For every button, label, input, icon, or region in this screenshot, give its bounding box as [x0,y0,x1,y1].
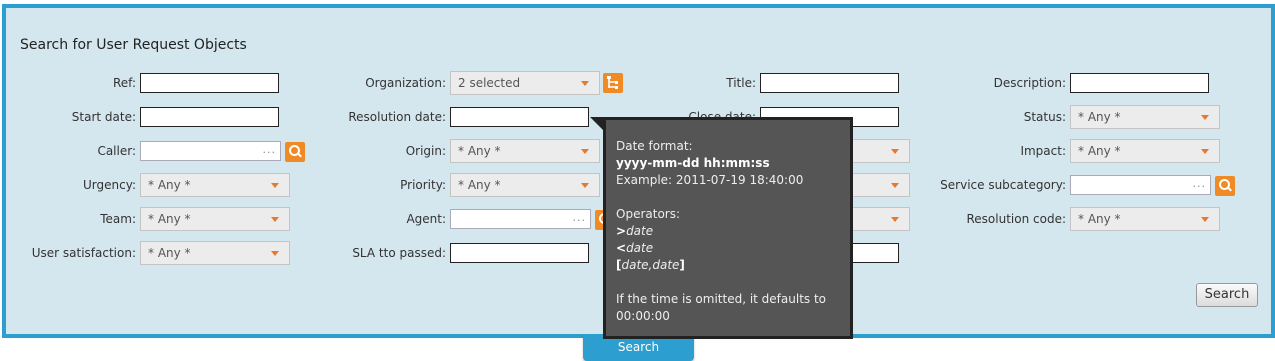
user-satisfaction-select[interactable]: * Any * [140,241,290,265]
autocomplete-dots: ... [572,211,586,224]
chevron-down-icon [271,183,279,188]
sla-tto-passed-input[interactable] [450,243,589,263]
origin-label: Origin: [405,144,446,158]
op-gt-symbol: > [616,224,627,238]
organization-select[interactable]: 2 selected [450,71,600,95]
urgency-label: Urgency: [83,178,136,192]
chevron-down-icon [1201,217,1209,222]
chevron-down-icon [271,251,279,256]
chevron-down-icon [581,81,589,86]
tooltip-op-gt: >date [616,223,840,240]
ref-input[interactable] [140,73,279,93]
agent-input[interactable]: ... [450,209,591,229]
user-satisfaction-value: * Any * [148,246,191,260]
chevron-down-icon [1201,115,1209,120]
tooltip-format: yyyy-mm-dd hh:mm:ss [616,156,770,170]
chevron-down-icon [581,149,589,154]
range-close: ] [679,258,685,272]
caller-input[interactable]: ... [140,141,281,161]
service-subcategory-input[interactable]: ... [1070,175,1211,195]
urgency-select[interactable]: * Any * [140,173,290,197]
tooltip-arrow [590,117,603,130]
op-lt-date: date [626,241,654,255]
service-subcategory-label: Service subcategory: [940,178,1066,192]
status-value: * Any * [1078,110,1121,124]
chevron-down-icon [271,217,279,222]
tooltip-op-lt: <date [616,240,840,257]
chevron-down-icon [891,217,899,222]
priority-select[interactable]: * Any * [450,173,600,197]
chevron-down-icon [1201,149,1209,154]
team-value: * Any * [148,212,191,226]
chevron-down-icon [891,183,899,188]
priority-label: Priority: [400,178,446,192]
impact-value: * Any * [1078,144,1121,158]
origin-select[interactable]: * Any * [450,139,600,163]
status-select[interactable]: * Any * [1070,105,1220,129]
tooltip-operators-heading: Operators: [616,207,681,221]
op-gt-date: date [626,224,654,238]
autocomplete-dots: ... [1192,177,1206,190]
resolution-code-select[interactable]: * Any * [1070,207,1220,231]
description-input[interactable] [1070,73,1209,93]
tooltip-note: If the time is omitted, it defaults to 0… [616,292,827,323]
tree-icon[interactable] [603,73,623,93]
organization-value: 2 selected [458,76,521,90]
team-label: Team: [100,212,136,226]
user-satisfaction-label: User satisfaction: [31,246,136,260]
search-button[interactable]: Search [1196,283,1258,307]
tooltip-heading: Date format: [616,139,693,153]
chevron-down-icon [891,149,899,154]
autocomplete-dots: ... [262,143,276,156]
impact-select[interactable]: * Any * [1070,139,1220,163]
chevron-down-icon [581,183,589,188]
tooltip-example: Example: 2011-07-19 18:40:00 [616,173,804,187]
status-label: Status: [1023,110,1066,124]
agent-label: Agent: [406,212,446,226]
date-format-tooltip: Date format: yyyy-mm-dd hh:mm:ss Example… [603,117,853,339]
organization-label: Organization: [365,76,446,90]
page-title: Search for User Request Objects [20,37,247,53]
team-select[interactable]: * Any * [140,207,290,231]
start-date-label: Start date: [71,110,136,124]
tooltip-op-range: [date,date] [616,257,840,274]
origin-value: * Any * [458,144,501,158]
title-label: Title: [726,76,756,90]
resolution-code-label: Resolution code: [966,212,1067,226]
description-label: Description: [993,76,1066,90]
search-icon[interactable] [1215,176,1235,196]
range-body: date,date [621,258,680,272]
search-icon[interactable] [285,142,305,162]
urgency-value: * Any * [148,178,191,192]
caller-label: Caller: [97,144,136,158]
op-lt-symbol: < [616,241,627,255]
title-input[interactable] [760,73,899,93]
priority-value: * Any * [458,178,501,192]
ref-label: Ref: [112,76,136,90]
start-date-input[interactable] [140,107,279,127]
resolution-date-input[interactable] [450,107,589,127]
resolution-code-value: * Any * [1078,212,1121,226]
impact-label: Impact: [1020,144,1066,158]
resolution-date-label: Resolution date: [348,110,446,124]
sla-tto-passed-label: SLA tto passed: [352,246,446,260]
